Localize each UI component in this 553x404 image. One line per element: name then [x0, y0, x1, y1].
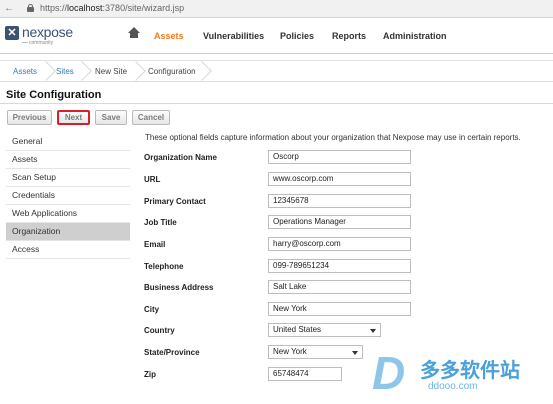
- browser-address-bar[interactable]: ← https://localhost:3780/site/wizard.jsp: [0, 0, 553, 18]
- menu-item-assets[interactable]: Assets: [6, 151, 130, 169]
- menu-item-credentials[interactable]: Credentials: [6, 187, 130, 205]
- cancel-button[interactable]: Cancel: [132, 110, 170, 125]
- next-button[interactable]: Next: [57, 110, 90, 125]
- nexpose-logo-icon: ✕: [5, 26, 19, 40]
- lock-icon: [27, 4, 34, 12]
- nav-policies[interactable]: Policies: [280, 31, 314, 41]
- breadcrumb-new-site: New Site: [95, 67, 128, 76]
- menu-item-access[interactable]: Access: [6, 241, 130, 259]
- nav-reports[interactable]: Reports: [332, 31, 366, 41]
- city-label: City: [144, 305, 160, 314]
- zip-label: Zip: [144, 370, 156, 379]
- menu-item-general[interactable]: General: [6, 133, 130, 151]
- save-button[interactable]: Save: [95, 110, 127, 125]
- telephone-label: Telephone: [144, 262, 184, 271]
- zip-input[interactable]: 65748474: [268, 367, 342, 381]
- url-input[interactable]: www.oscorp.com: [268, 172, 411, 186]
- nav-assets[interactable]: Assets: [154, 31, 184, 41]
- primary-contact-input[interactable]: 12345678: [268, 194, 411, 208]
- top-navigation: ✕ nexpose community Assets Vulnerabiliti…: [0, 18, 553, 54]
- primary-contact-label: Primary Contact: [144, 197, 206, 206]
- state-province-select[interactable]: New York: [268, 345, 363, 359]
- job-title-input[interactable]: Operations Manager: [268, 215, 411, 229]
- breadcrumb-separator: [80, 61, 90, 81]
- email-label: Email: [144, 240, 166, 249]
- nav-administration[interactable]: Administration: [383, 31, 447, 41]
- url-label: URL: [144, 175, 161, 184]
- city-input[interactable]: New York: [268, 302, 411, 316]
- chevron-down-icon: [352, 351, 358, 355]
- breadcrumb-separator: [134, 61, 144, 81]
- menu-item-web-applications[interactable]: Web Applications: [6, 205, 130, 223]
- menu-item-organization[interactable]: Organization: [6, 223, 130, 241]
- breadcrumb-configuration: Configuration: [148, 67, 196, 76]
- country-select[interactable]: United States: [268, 323, 381, 337]
- breadcrumb: Assets Sites New Site Configuration: [0, 60, 553, 82]
- job-title-label: Job Title: [144, 218, 177, 227]
- breadcrumb-separator: [44, 61, 54, 81]
- back-arrow-icon[interactable]: ←: [4, 3, 15, 14]
- telephone-input[interactable]: 099-789651234: [268, 259, 411, 273]
- nav-vulnerabilities[interactable]: Vulnerabilities: [203, 31, 264, 41]
- home-icon[interactable]: [128, 27, 140, 39]
- title-divider: [0, 103, 553, 104]
- email-input[interactable]: harry@oscorp.com: [268, 237, 411, 251]
- form-intro-text: These optional fields capture informatio…: [145, 133, 521, 142]
- url-text[interactable]: https://localhost:3780/site/wizard.jsp: [40, 3, 184, 13]
- organization-name-input[interactable]: Oscorp: [268, 150, 411, 164]
- page-title: Site Configuration: [6, 89, 102, 101]
- breadcrumb-sites[interactable]: Sites: [56, 67, 74, 76]
- country-label: Country: [144, 326, 175, 335]
- state-province-label: State/Province: [144, 348, 200, 357]
- breadcrumb-assets[interactable]: Assets: [13, 67, 37, 76]
- organization-name-label: Organization Name: [144, 153, 217, 162]
- breadcrumb-separator: [200, 61, 210, 81]
- nexpose-logo[interactable]: ✕ nexpose community: [5, 23, 85, 49]
- chevron-down-icon: [370, 329, 376, 333]
- business-address-input[interactable]: Salt Lake: [268, 280, 411, 294]
- menu-item-scan-setup[interactable]: Scan Setup: [6, 169, 130, 187]
- business-address-label: Business Address: [144, 283, 214, 292]
- ddooo-watermark-logo: D 多多软件站 ddooo.com: [372, 347, 520, 399]
- previous-button[interactable]: Previous: [7, 110, 52, 125]
